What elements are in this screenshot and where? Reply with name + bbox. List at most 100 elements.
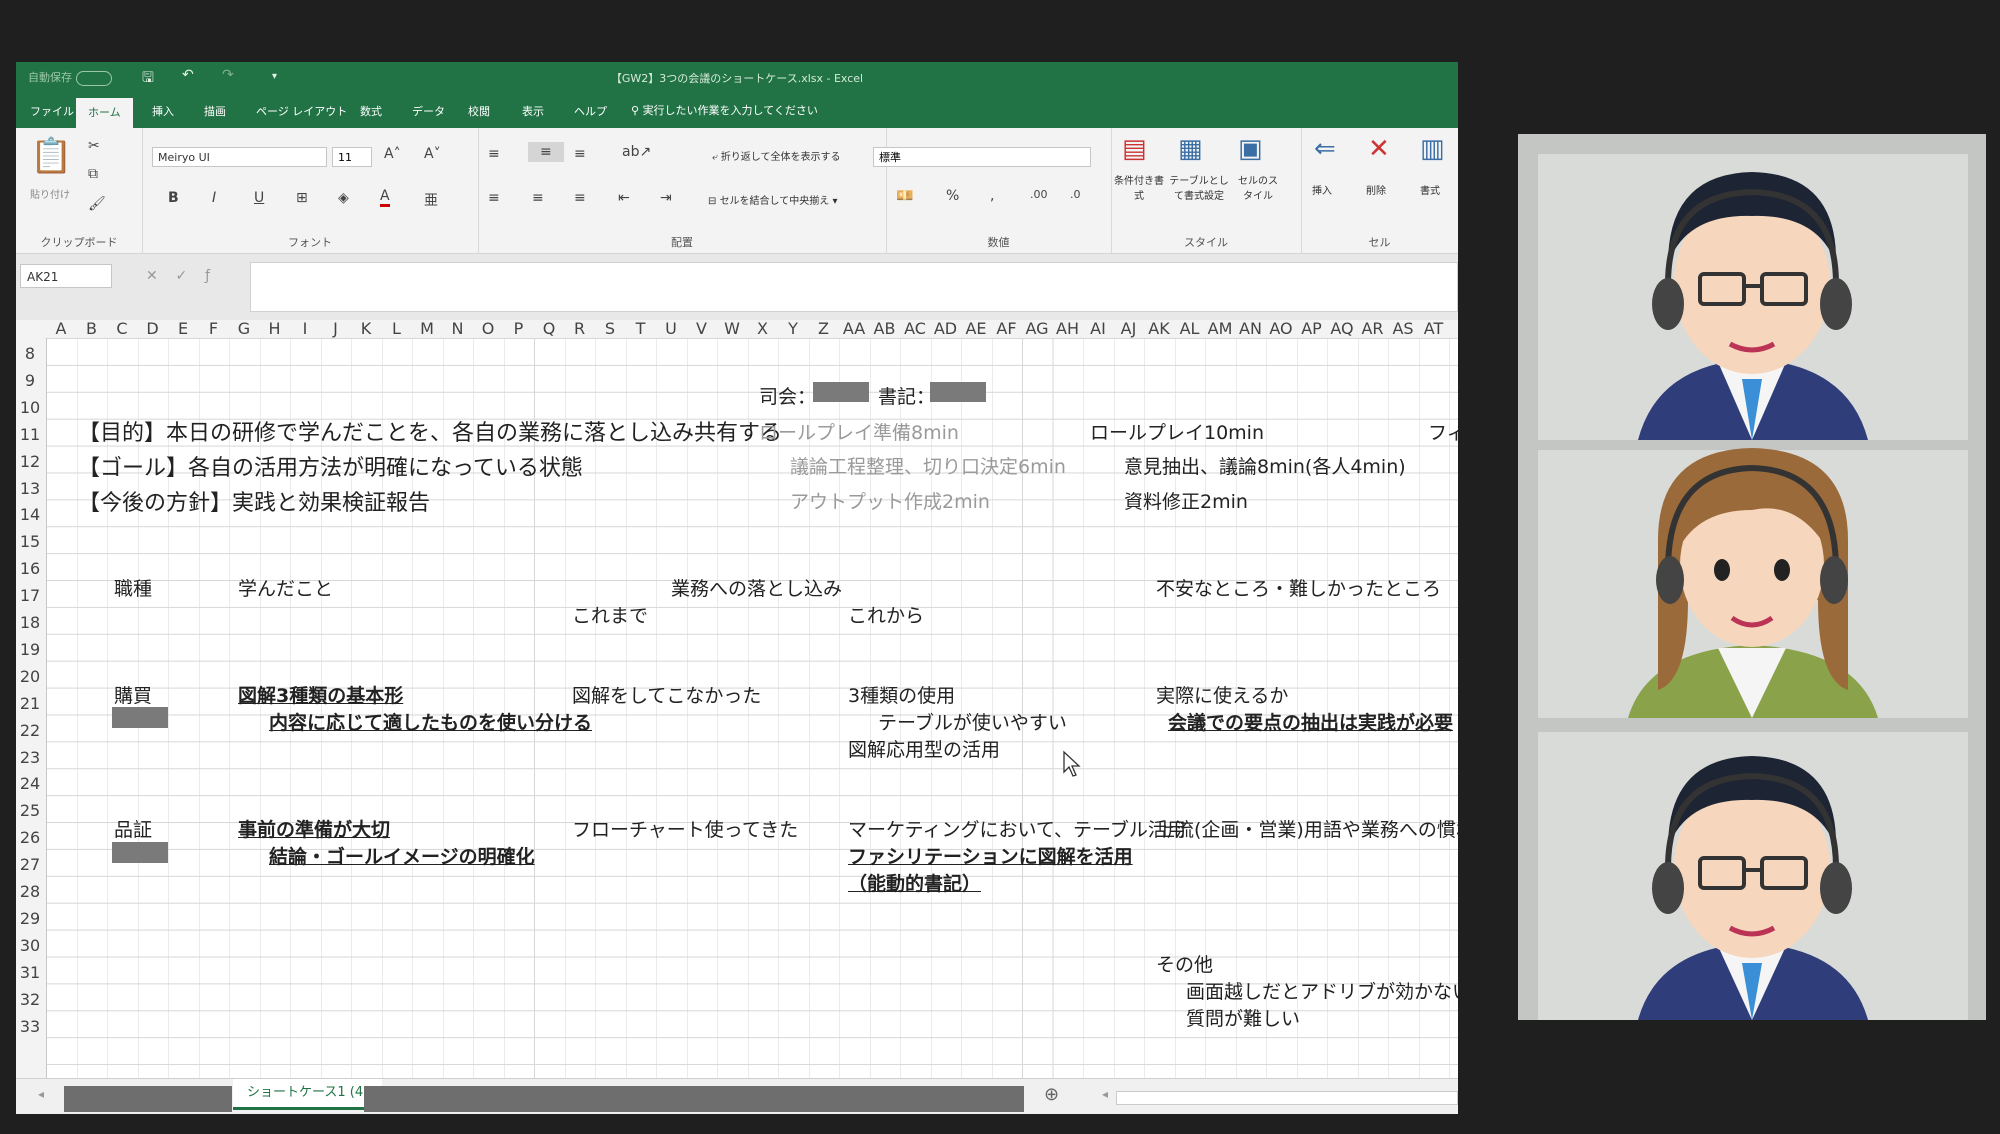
tab-insert[interactable]: 挿入: [152, 103, 174, 119]
tab-home[interactable]: ホーム: [76, 98, 133, 128]
row-header[interactable]: 21: [16, 694, 44, 713]
row-header[interactable]: 31: [16, 963, 44, 982]
underline-icon[interactable]: U: [254, 190, 264, 206]
active-sheet-tab[interactable]: ショートケース1 (4): [233, 1079, 383, 1110]
align-left-icon[interactable]: ≡: [488, 190, 500, 206]
borders-icon[interactable]: ⊞: [296, 190, 308, 206]
row-header[interactable]: 25: [16, 801, 44, 820]
conditional-format-icon[interactable]: ▤: [1122, 134, 1147, 164]
cell-revise[interactable]: 資料修正2min: [1124, 487, 1248, 514]
column-header[interactable]: J: [321, 320, 351, 338]
row-header[interactable]: 29: [16, 909, 44, 928]
column-header[interactable]: AG: [1022, 320, 1052, 338]
tab-page-layout[interactable]: ページ レイアウト: [256, 103, 347, 119]
row1-after-2[interactable]: テーブルが使いやすい: [878, 708, 1067, 735]
column-header[interactable]: W: [717, 320, 747, 338]
row-header[interactable]: 17: [16, 586, 44, 605]
column-header[interactable]: AH: [1053, 320, 1083, 338]
row2-after-3[interactable]: （能動的書記）: [848, 869, 981, 896]
insert-cells-icon[interactable]: ⇐: [1314, 134, 1336, 164]
cell-roleplay[interactable]: ロールプレイ10min: [1090, 418, 1264, 445]
table-format-label[interactable]: テーブルとして書式設定: [1166, 172, 1232, 202]
row-header[interactable]: 19: [16, 640, 44, 659]
cell-other-1[interactable]: 画面越しだとアドリブが効かない: [1186, 977, 1458, 1004]
row2-before[interactable]: フローチャート使ってきた: [572, 815, 798, 842]
row-header[interactable]: 18: [16, 613, 44, 632]
font-name-select[interactable]: Meiryo UI: [152, 147, 327, 167]
column-header[interactable]: AE: [961, 320, 991, 338]
row-header[interactable]: 28: [16, 882, 44, 901]
enter-icon[interactable]: ✓: [176, 268, 188, 284]
row1-after-1[interactable]: 3種類の使用: [848, 681, 955, 708]
cell-chair[interactable]: 司会：: [759, 382, 816, 409]
column-header[interactable]: AN: [1236, 320, 1266, 338]
column-header[interactable]: P: [504, 320, 534, 338]
paste-icon[interactable]: 📋: [30, 136, 72, 176]
column-header[interactable]: U: [656, 320, 686, 338]
column-header[interactable]: S: [595, 320, 625, 338]
decrease-decimal-icon[interactable]: .0: [1070, 188, 1081, 201]
header-job[interactable]: 職種: [114, 574, 152, 601]
column-header[interactable]: I: [290, 320, 320, 338]
row2-concern[interactable]: 上流(企画・営業)用語や業務への慣れ: [1156, 815, 1458, 842]
column-header[interactable]: AA: [839, 320, 869, 338]
row2-after-2[interactable]: ファシリテーションに図解を活用: [848, 842, 1133, 869]
column-header[interactable]: B: [77, 320, 107, 338]
cell-styles-icon[interactable]: ▣: [1238, 134, 1263, 164]
column-header[interactable]: Y: [778, 320, 808, 338]
cancel-icon[interactable]: ✕: [146, 268, 158, 284]
column-header[interactable]: V: [687, 320, 717, 338]
column-header[interactable]: AF: [992, 320, 1022, 338]
column-header[interactable]: X: [748, 320, 778, 338]
cell-output[interactable]: アウトプット作成2min: [790, 487, 990, 514]
format-painter-icon[interactable]: 🖌: [88, 196, 106, 212]
align-center-icon[interactable]: ≡: [532, 190, 544, 206]
column-header[interactable]: AL: [1175, 320, 1205, 338]
formula-input[interactable]: [250, 262, 1458, 312]
column-header[interactable]: A: [46, 320, 76, 338]
row-header[interactable]: 16: [16, 559, 44, 578]
column-header[interactable]: C: [107, 320, 137, 338]
row-header[interactable]: 23: [16, 748, 44, 767]
column-header[interactable]: L: [382, 320, 412, 338]
align-middle-icon[interactable]: ≡: [528, 142, 564, 162]
row-header[interactable]: 20: [16, 667, 44, 686]
cell-purpose[interactable]: 【目的】本日の研修で学んだことを、各自の業務に落とし込み共有する: [78, 415, 782, 447]
tab-draw[interactable]: 描画: [204, 103, 226, 119]
cell-policy[interactable]: 【今後の方針】実践と効果検証報告: [78, 485, 430, 517]
cell-goal[interactable]: 【ゴール】各自の活用方法が明確になっている状態: [78, 450, 583, 482]
column-header[interactable]: O: [473, 320, 503, 338]
align-bottom-icon[interactable]: ≡: [574, 146, 586, 162]
column-header[interactable]: AM: [1205, 320, 1235, 338]
column-header[interactable]: Z: [809, 320, 839, 338]
cut-icon[interactable]: ✂: [88, 138, 100, 154]
row-header[interactable]: 30: [16, 936, 44, 955]
number-format-select[interactable]: 標準: [873, 147, 1091, 167]
bold-icon[interactable]: B: [168, 190, 179, 206]
column-header[interactable]: K: [351, 320, 381, 338]
row-header[interactable]: 12: [16, 452, 44, 471]
column-header[interactable]: AD: [931, 320, 961, 338]
row-header[interactable]: 14: [16, 505, 44, 524]
row-header[interactable]: 9: [16, 371, 44, 390]
format-cells-icon[interactable]: ▥: [1420, 134, 1445, 164]
column-header[interactable]: AK: [1144, 320, 1174, 338]
row1-learned-1[interactable]: 図解3種類の基本形: [238, 681, 403, 708]
row-header[interactable]: 26: [16, 828, 44, 847]
row-header[interactable]: 27: [16, 855, 44, 874]
column-header[interactable]: M: [412, 320, 442, 338]
row-header[interactable]: 11: [16, 425, 44, 444]
font-color-icon[interactable]: A: [380, 188, 390, 207]
cell-opinions[interactable]: 意見抽出、議論8min(各人4min): [1124, 452, 1406, 479]
insert-cells-label[interactable]: 挿入: [1312, 182, 1332, 197]
tab-file[interactable]: ファイル: [30, 103, 74, 119]
italic-icon[interactable]: I: [212, 190, 216, 206]
add-sheet-icon[interactable]: ⊕: [1044, 1084, 1059, 1105]
row1-before[interactable]: 図解をしてこなかった: [572, 681, 761, 708]
wrap-text-button[interactable]: ⤶ 折り返して全体を表示する: [712, 148, 840, 163]
row2-job[interactable]: 品証: [114, 815, 152, 842]
row2-learned-2[interactable]: 結論・ゴールイメージの明確化: [269, 842, 535, 869]
tab-data[interactable]: データ: [412, 103, 445, 119]
tab-formulas[interactable]: 数式: [360, 103, 382, 119]
column-header[interactable]: Q: [534, 320, 564, 338]
